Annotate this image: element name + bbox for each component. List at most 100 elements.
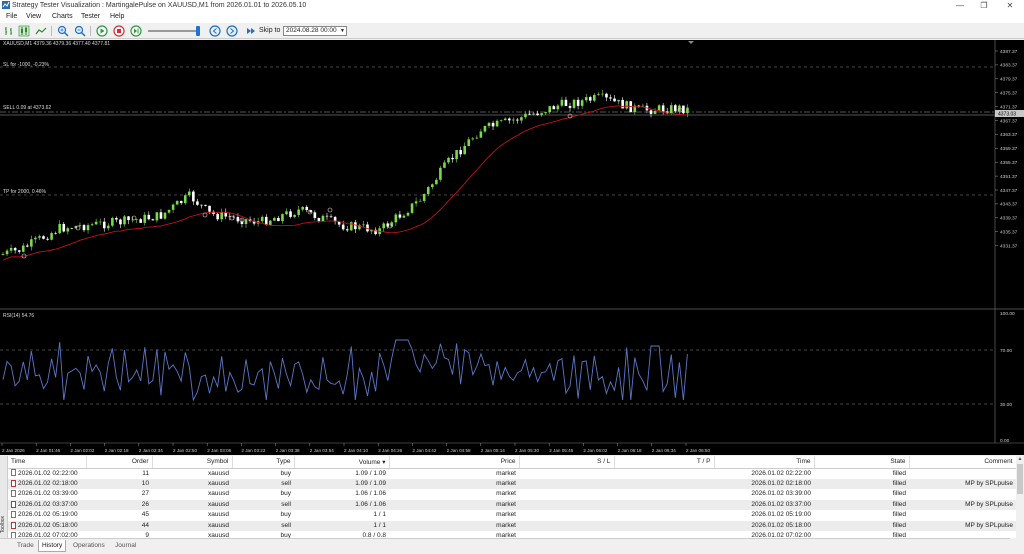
cell-value: xauusd [208, 521, 229, 529]
candlestick-icon[interactable] [18, 25, 30, 37]
candle-body [402, 215, 406, 218]
calendar-dropdown-icon[interactable]: ▼ [340, 27, 345, 35]
price-chart[interactable]: XAUUSD,M1 4379.36 4379.36 4377.40 4377.8… [0, 40, 1024, 455]
candle-body [119, 219, 122, 225]
candle-body [410, 203, 414, 213]
table-row[interactable]: 2026.01.02 05:18:00 44 xauusd sell 1 / 1 mark… [8, 520, 1016, 531]
cell-value: 2026.01.02 03:39:00 [18, 490, 78, 498]
col-sl[interactable]: S / L [519, 456, 615, 469]
menu-help[interactable]: Help [110, 11, 124, 23]
candle-body [244, 219, 248, 225]
cell-sl [519, 531, 614, 538]
tab-journal[interactable]: Journal [112, 540, 139, 552]
candle-body [499, 120, 503, 121]
toolbar-separator [51, 26, 52, 36]
candle-body [70, 228, 74, 229]
col-time[interactable]: Time [8, 456, 87, 469]
col-volume[interactable]: Volume ▾ [294, 456, 390, 469]
line-chart-icon[interactable] [35, 25, 47, 37]
candle-body [82, 225, 86, 231]
menu-file[interactable]: File [6, 11, 17, 23]
candle-body [329, 216, 333, 217]
candle-body [17, 250, 21, 252]
cell-value: 1 / 1 [373, 511, 386, 519]
bar-chart-icon[interactable] [3, 25, 15, 37]
candle-body [637, 105, 641, 107]
cell-value: xauusd [208, 469, 229, 477]
table-row[interactable]: 2026.01.02 05:19:00 45 xauusd buy 1 / 1 marke… [8, 510, 1016, 521]
candle-body [435, 179, 438, 185]
col-order[interactable]: Order [86, 456, 153, 469]
cell-time: 2026.01.02 05:18:00 [8, 520, 86, 531]
cell-value: 1.09 / 1.09 [355, 479, 386, 487]
menu-tester[interactable]: Tester [81, 11, 100, 23]
col-price[interactable]: Price [389, 456, 520, 469]
table-row[interactable]: 2026.01.02 03:39:00 27 xauusd buy 1.06 / 1.0… [8, 489, 1016, 500]
col-state[interactable]: State [814, 456, 910, 469]
candle-body [560, 99, 564, 106]
tab-history[interactable]: History [38, 540, 67, 552]
restore-button[interactable]: ❐ [972, 0, 996, 11]
candle-body [204, 204, 207, 206]
play-icon[interactable] [96, 25, 108, 37]
speed-slider-thumb[interactable] [196, 26, 200, 36]
tab-operations[interactable]: Operations [70, 540, 108, 552]
candle-body [123, 216, 126, 225]
candle-body [520, 117, 523, 121]
speed-down-icon[interactable] [209, 25, 221, 37]
candle-body [431, 184, 434, 188]
time-tick-label: 2 Jan 02:18 [105, 448, 129, 453]
skip-to-icon[interactable] [245, 25, 257, 37]
menu-charts[interactable]: Charts [52, 11, 73, 23]
rsi-line [2, 339, 688, 402]
table-row[interactable]: 2026.01.02 03:37:00 26 xauusd sell 1.06 / 1.… [8, 499, 1016, 510]
col-done-time[interactable]: Time [714, 456, 815, 469]
price-tick-label: 4351.37 [1000, 174, 1018, 180]
col-comment[interactable]: Comment [909, 456, 1016, 469]
scroll-up-icon[interactable]: ▲ [1016, 456, 1024, 463]
candle-body [107, 225, 110, 229]
candle-body [200, 204, 203, 206]
minimize-button[interactable]: — [948, 0, 972, 11]
stop-icon[interactable] [113, 25, 125, 37]
candle-body [1, 254, 5, 255]
cell-price: market [389, 499, 519, 510]
price-tick-label: 4371.37 [1000, 104, 1018, 110]
history-scrollbar[interactable]: ▲ [1016, 456, 1024, 538]
cell-price: market [389, 468, 519, 479]
chart-shift-icon[interactable] [688, 41, 694, 44]
time-tick-label: 2 Jan 03:06 [207, 448, 231, 453]
cell-value: 26 [141, 500, 149, 508]
skip-to-date-field[interactable]: 2024.08.28 00:00 ▼ [283, 26, 347, 36]
candle-body [597, 94, 600, 95]
cell-value: 1.06 / 1.06 [355, 500, 386, 508]
cell-state: filled [814, 499, 909, 510]
rsi-label: RSI(14) 54.76 [3, 313, 34, 319]
cell-value: sell [281, 479, 291, 487]
zoom-out-icon[interactable] [74, 25, 86, 37]
order-icon [11, 521, 16, 529]
cell-value: xauusd [208, 479, 229, 487]
candle-body [653, 110, 657, 114]
candle-body [26, 245, 29, 247]
candle-body [62, 223, 66, 232]
table-row[interactable]: 2026.01.02 07:02:00 9 xauusd buy 0.8 / 0.8 ma… [8, 531, 1016, 538]
candle-body [536, 113, 539, 116]
close-button[interactable]: ✕ [998, 0, 1022, 11]
scroll-thumb[interactable] [1017, 464, 1023, 494]
col-type[interactable]: Type [232, 456, 295, 469]
cell-value: filled [892, 469, 906, 477]
step-forward-icon[interactable] [130, 25, 142, 37]
speed-slider-track[interactable] [148, 30, 200, 32]
menu-view[interactable]: View [26, 11, 41, 23]
zoom-in-icon[interactable] [57, 25, 69, 37]
table-row[interactable]: 2026.01.02 02:18:00 10 xauusd sell 1.09 / 1.… [8, 478, 1016, 489]
col-symbol[interactable]: Symbol [152, 456, 233, 469]
time-tick-label: 2 Jan 05:30 [515, 448, 539, 453]
col-tp[interactable]: T / P [614, 456, 715, 469]
candle-body [552, 106, 556, 110]
tab-trade[interactable]: Trade [14, 540, 37, 552]
cell-volume: 1 / 1 [294, 510, 389, 521]
speed-up-icon[interactable] [226, 25, 238, 37]
table-row[interactable]: 2026.01.02 02:22:00 11 xauusd buy 1.09 / 1.0… [8, 468, 1016, 479]
